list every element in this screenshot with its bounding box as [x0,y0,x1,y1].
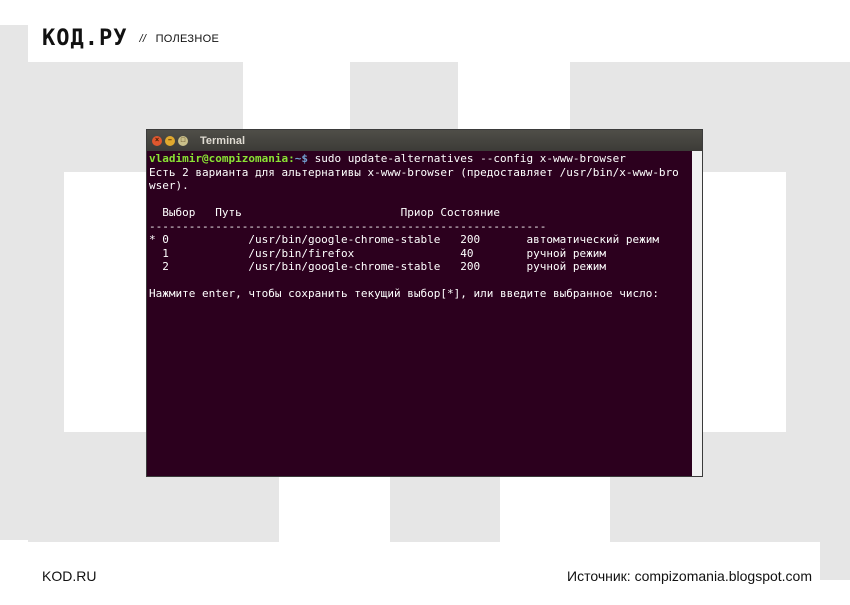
terminal-title: Terminal [200,134,246,147]
maximize-icon[interactable]: □ [178,135,188,146]
terminal-line: wser). [149,179,189,192]
terminal-line: ----------------------------------------… [149,219,547,233]
terminal-titlebar[interactable]: × – □ Terminal [147,130,702,151]
breadcrumb-separator: // [139,32,147,45]
background-shape [786,172,850,542]
terminal-line: Нажмите enter, чтобы сохранить текущий в… [149,287,659,300]
site-logo[interactable]: КОД.РУ [42,26,127,51]
terminal-line: Выбор Путь Приор Состояние [149,206,500,219]
terminal-line: Есть 2 варианта для альтернативы x-www-b… [149,165,679,179]
terminal-line: 1 /usr/bin/firefox 40 ручной режим [149,246,606,260]
command-text: sudo update-alternatives --config x-www-… [307,152,626,165]
minimize-icon[interactable]: – [165,135,175,146]
close-icon[interactable]: × [152,135,162,146]
background-shape [390,476,500,542]
terminal-window: × – □ Terminal vladimir@compizomania:~$ … [147,130,702,476]
breadcrumb-section[interactable]: ПОЛЕЗНОЕ [156,33,220,45]
terminal-line: * 0 /usr/bin/google-chrome-stable 200 ав… [149,233,659,246]
prompt-path: ~$ [294,152,308,165]
prompt-user-host: vladimir@compizomania: [149,152,295,165]
footer-site-name[interactable]: KOD.RU [42,568,96,584]
terminal-body[interactable]: vladimir@compizomania:~$ sudo update-alt… [147,151,702,476]
background-shape [820,540,850,580]
background-shape [28,172,64,542]
background-shape [350,62,458,132]
terminal-scrollbar[interactable] [692,151,702,476]
terminal-output: vladimir@compizomania:~$ sudo update-alt… [149,152,690,301]
footer-source: Источник: compizomania.blogspot.com [567,568,812,584]
command-line: vladimir@compizomania:~$ sudo update-alt… [149,152,690,166]
breadcrumb: // ПОЛЕЗНОЕ [139,33,219,45]
site-header: КОД.РУ // ПОЛЕЗНОЕ [42,26,219,51]
background-shape [0,25,28,540]
terminal-line: 2 /usr/bin/google-chrome-stable 200 ручн… [149,260,606,273]
